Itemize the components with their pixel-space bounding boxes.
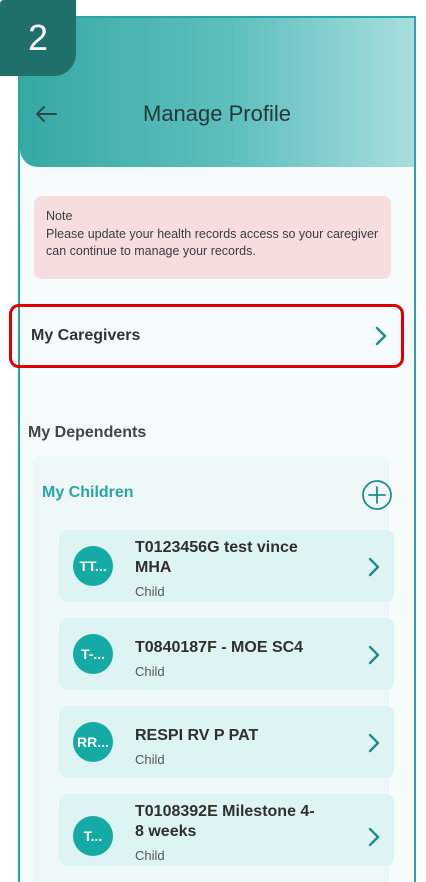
plus-circle-icon[interactable] bbox=[361, 479, 393, 511]
avatar: T-... bbox=[73, 634, 113, 674]
child-name-line1: T0108392E Milestone 4- bbox=[135, 803, 315, 820]
child-name-line2: 8 weeks bbox=[135, 823, 197, 840]
note-banner: Note Please update your health records a… bbox=[34, 196, 391, 279]
my-children-heading: My Children bbox=[42, 484, 134, 501]
child-name: T0108392E Milestone 4- 8 weeks bbox=[135, 802, 350, 842]
note-title: Note bbox=[46, 209, 73, 223]
avatar: T... bbox=[73, 816, 113, 856]
my-dependents-heading: My Dependents bbox=[28, 424, 147, 441]
child-name-line2: MHA bbox=[135, 559, 172, 576]
chevron-right-icon bbox=[375, 326, 387, 346]
avatar: TT... bbox=[73, 546, 113, 586]
chevron-right-icon bbox=[368, 827, 380, 847]
child-list-item[interactable]: RR... RESPI RV P PAT Child bbox=[59, 706, 394, 778]
child-list-item[interactable]: T... T0108392E Milestone 4- 8 weeks Chil… bbox=[59, 794, 394, 866]
child-role: Child bbox=[135, 664, 165, 679]
child-list-item[interactable]: TT... T0123456G test vince MHA Child bbox=[59, 530, 394, 602]
child-name: RESPI RV P PAT bbox=[135, 727, 259, 744]
child-name: T0840187F - MOE SC4 bbox=[135, 639, 304, 656]
chevron-right-icon bbox=[368, 557, 380, 577]
child-role: Child bbox=[135, 848, 165, 863]
child-name-line1: T0123456G test vince bbox=[135, 539, 298, 556]
avatar: RR... bbox=[73, 722, 113, 762]
chevron-right-icon bbox=[368, 645, 380, 665]
step-badge: 2 bbox=[0, 0, 76, 76]
my-caregivers-row[interactable]: My Caregivers bbox=[9, 304, 404, 368]
note-text: Please update your health records access… bbox=[46, 227, 379, 258]
page-title: Manage Profile bbox=[143, 101, 291, 126]
child-role: Child bbox=[135, 584, 165, 599]
app-header: Manage Profile bbox=[20, 18, 414, 167]
chevron-right-icon bbox=[368, 733, 380, 753]
child-name: T0123456G test vince MHA bbox=[135, 538, 350, 578]
child-list-item[interactable]: T-... T0840187F - MOE SC4 Child bbox=[59, 618, 394, 690]
my-caregivers-label: My Caregivers bbox=[31, 327, 141, 344]
child-role: Child bbox=[135, 752, 165, 767]
